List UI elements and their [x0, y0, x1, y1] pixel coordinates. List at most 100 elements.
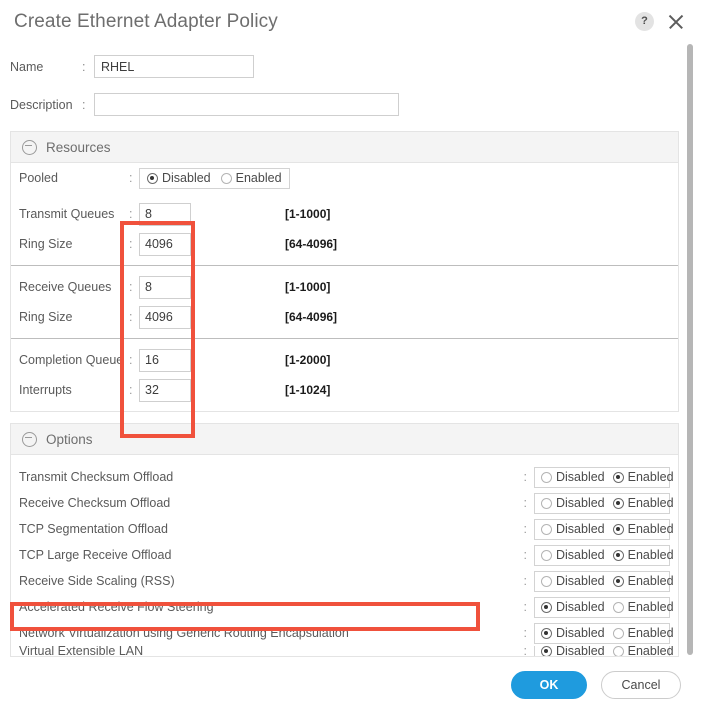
option-radio-wrapper: Disabled Enabled: [534, 492, 674, 514]
description-field-row: Description :: [10, 89, 679, 120]
option-radio-enabled[interactable]: Enabled: [612, 548, 674, 562]
vertical-scrollbar[interactable]: [686, 44, 694, 655]
radio-dot-icon: [541, 601, 552, 613]
option-radio-label: Disabled: [556, 600, 605, 614]
help-icon[interactable]: ?: [635, 12, 654, 31]
options-section: Options Transmit Checksum Offload: Disabl…: [10, 423, 679, 657]
option-radio-disabled[interactable]: Disabled: [541, 548, 605, 562]
option-radio-label: Disabled: [556, 646, 605, 656]
option-radio-disabled[interactable]: Disabled: [541, 574, 605, 588]
radio-dot-icon: [612, 601, 624, 613]
resources-section-header[interactable]: Resources: [10, 131, 679, 162]
close-icon[interactable]: [667, 13, 685, 31]
option-radio-disabled[interactable]: Disabled: [541, 626, 605, 640]
option-radio-disabled[interactable]: Disabled: [541, 522, 605, 536]
option-label: Receive Checksum Offload: [19, 496, 171, 510]
transmit-queues-row: Transmit Queues : [1-1000]: [11, 199, 678, 229]
option-row: Receive Checksum Offload: Disabled Enabled: [11, 490, 678, 516]
radio-dot-icon: [612, 627, 624, 639]
option-radio-label: Disabled: [556, 470, 605, 484]
transmit-ring-size-input[interactable]: [139, 232, 191, 256]
dialog-body: Name : Description : Resources Pooled :: [0, 43, 701, 659]
option-radio-wrapper: Disabled Enabled: [534, 622, 674, 644]
receive-queues-range: [1-1000]: [285, 280, 331, 294]
option-radio-wrapper: Disabled Enabled: [534, 544, 674, 566]
radio-dot-icon: [541, 523, 552, 535]
option-colon: :: [523, 646, 527, 656]
completion-queue-label: Completion Queue: [19, 353, 124, 367]
option-radio-enabled[interactable]: Enabled: [612, 470, 674, 484]
option-radio-wrapper: Disabled Enabled: [534, 518, 674, 540]
option-radio-label: Enabled: [627, 646, 674, 656]
option-radio-enabled[interactable]: Enabled: [612, 646, 674, 656]
option-colon: :: [523, 496, 527, 510]
option-colon: :: [523, 626, 527, 640]
option-label: Transmit Checksum Offload: [19, 470, 174, 484]
radio-dot-icon: [541, 471, 552, 483]
option-radio-disabled[interactable]: Disabled: [541, 600, 605, 614]
option-radio-label: Enabled: [627, 574, 674, 588]
option-radio-enabled[interactable]: Enabled: [612, 600, 674, 614]
option-radio-disabled[interactable]: Disabled: [541, 646, 605, 656]
completion-queue-input[interactable]: [139, 348, 191, 372]
option-colon: :: [523, 600, 527, 614]
option-radio-group: Disabled Enabled: [534, 646, 674, 656]
option-radio-label: Enabled: [627, 548, 674, 562]
description-input[interactable]: [94, 93, 399, 116]
option-colon: :: [523, 548, 527, 562]
ok-button[interactable]: OK: [511, 671, 587, 699]
option-row: TCP Segmentation Offload: Disabled Enabled: [11, 516, 678, 542]
option-radio-group: Disabled Enabled: [534, 570, 674, 592]
name-field-row: Name :: [10, 51, 679, 82]
option-radio-group: Disabled Enabled: [534, 622, 674, 644]
pooled-radio-disabled[interactable]: Disabled: [147, 171, 211, 185]
option-radio-label: Disabled: [556, 626, 605, 640]
radio-dot-icon: [612, 497, 624, 509]
option-radio-disabled[interactable]: Disabled: [541, 470, 605, 484]
option-row: Receive Side Scaling (RSS): Disabled Enabl…: [11, 568, 678, 594]
option-colon: :: [523, 574, 527, 588]
pooled-colon: :: [129, 171, 133, 185]
option-radio-label: Enabled: [627, 600, 674, 614]
collapse-minus-icon[interactable]: [22, 139, 37, 155]
option-label: TCP Segmentation Offload: [19, 522, 168, 536]
option-radio-disabled[interactable]: Disabled: [541, 496, 605, 510]
option-radio-group: Disabled Enabled: [534, 518, 674, 540]
option-radio-enabled[interactable]: Enabled: [612, 626, 674, 640]
option-radio-label: Enabled: [627, 522, 674, 536]
row-colon: :: [129, 310, 133, 324]
row-colon: :: [129, 383, 133, 397]
option-radio-enabled[interactable]: Enabled: [612, 496, 674, 510]
collapse-minus-icon[interactable]: [22, 431, 37, 447]
name-input[interactable]: [94, 55, 254, 78]
pooled-row: Pooled : Disabled Enabled: [11, 163, 678, 193]
row-colon: :: [129, 353, 133, 367]
option-row: Accelerated Receive Flow Steering: Disabl…: [11, 594, 678, 620]
option-radio-label: Disabled: [556, 574, 605, 588]
cancel-button[interactable]: Cancel: [601, 671, 681, 699]
options-section-header[interactable]: Options: [10, 423, 679, 454]
description-colon: :: [82, 97, 86, 112]
transmit-queues-range: [1-1000]: [285, 207, 331, 221]
receive-ring-size-label: Ring Size: [19, 310, 73, 324]
row-colon: :: [129, 207, 133, 221]
dialog-header: Create Ethernet Adapter Policy ?: [0, 0, 701, 43]
interrupts-row: Interrupts : [1-1024]: [11, 375, 678, 405]
option-radio-wrapper: Disabled Enabled: [534, 646, 674, 656]
scrollbar-thumb[interactable]: [687, 44, 693, 655]
pooled-radio-enabled[interactable]: Enabled: [220, 171, 282, 185]
option-radio-enabled[interactable]: Enabled: [612, 574, 674, 588]
interrupts-input[interactable]: [139, 378, 191, 402]
resource-group: Receive Queues : [1-1000] Ring Size : [6…: [11, 265, 678, 338]
dialog-footer: OK Cancel: [0, 659, 701, 711]
option-radio-wrapper: Disabled Enabled: [534, 466, 674, 488]
receive-queues-input[interactable]: [139, 275, 191, 299]
option-radio-wrapper: Disabled Enabled: [534, 570, 674, 592]
page-title: Create Ethernet Adapter Policy: [14, 10, 278, 32]
resource-group: Transmit Queues : [1-1000] Ring Size : […: [11, 193, 678, 265]
transmit-queues-input[interactable]: [139, 202, 191, 226]
option-label: Network Virtualization using Generic Rou…: [19, 626, 349, 640]
receive-ring-size-input[interactable]: [139, 305, 191, 329]
option-radio-enabled[interactable]: Enabled: [612, 522, 674, 536]
option-colon: :: [523, 522, 527, 536]
